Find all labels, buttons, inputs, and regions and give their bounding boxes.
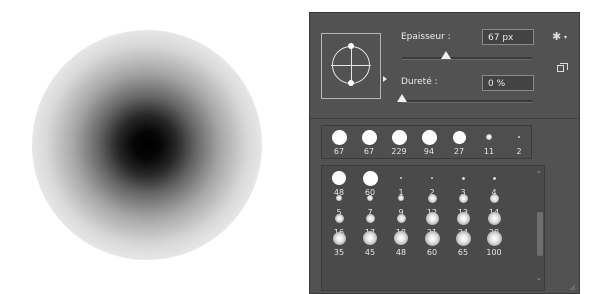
brush-tip-preview bbox=[425, 211, 439, 225]
roundness-handle-top[interactable] bbox=[348, 43, 354, 49]
brush-tip-preview bbox=[363, 231, 377, 245]
hardness-slider[interactable] bbox=[402, 100, 532, 103]
brush-preset-item[interactable]: 11 bbox=[474, 128, 504, 158]
brush-tip-preview bbox=[427, 193, 437, 203]
hardness-field[interactable]: 0 % bbox=[482, 75, 534, 91]
brush-tip-preview bbox=[456, 211, 470, 225]
brush-preset-item[interactable]: 60 bbox=[417, 229, 447, 259]
brush-preset-item[interactable]: 65 bbox=[448, 229, 478, 259]
brush-preset-item[interactable]: 229 bbox=[384, 128, 414, 158]
brush-tip-preview bbox=[361, 129, 377, 145]
brush-tip-preview bbox=[487, 211, 501, 225]
brush-tip-preview bbox=[331, 129, 347, 145]
size-label: Epaisseur : bbox=[401, 32, 451, 42]
brush-tip-preview bbox=[492, 176, 496, 180]
brush-tip-preview bbox=[398, 195, 404, 201]
brush-tip-preview bbox=[452, 130, 466, 144]
presets-scrollbar[interactable]: ⌃ ⌄ bbox=[535, 166, 545, 290]
brush-preset-item[interactable]: 2 bbox=[504, 128, 534, 158]
brush-size-label: 60 bbox=[426, 248, 438, 257]
brush-tip-preview bbox=[486, 134, 492, 140]
resize-grip-icon[interactable]: ◢ bbox=[569, 282, 577, 291]
brush-tip-preview bbox=[362, 170, 378, 186]
brush-size-label: 229 bbox=[391, 147, 407, 156]
brush-preset-item[interactable]: 45 bbox=[355, 229, 385, 259]
gear-icon[interactable]: ✱ bbox=[552, 30, 561, 43]
brush-angle-roundness-control[interactable] bbox=[321, 33, 387, 99]
brush-tip-preview bbox=[396, 213, 406, 223]
size-slider[interactable] bbox=[402, 57, 532, 60]
hardness-slider-thumb[interactable] bbox=[397, 94, 407, 102]
angle-arrow-icon[interactable] bbox=[383, 76, 387, 82]
brush-size-label: 45 bbox=[364, 248, 376, 257]
brush-tip-preview bbox=[367, 195, 373, 201]
brush-tip-preview bbox=[334, 213, 344, 223]
brush-tip-preview bbox=[455, 230, 471, 246]
brush-size-label: 100 bbox=[486, 248, 502, 257]
brush-tip-preview bbox=[394, 231, 408, 245]
brush-size-label: 94 bbox=[423, 147, 435, 156]
brush-tip-preview bbox=[400, 177, 402, 179]
angle-circle bbox=[331, 43, 387, 86]
recent-brushes-row: 67 67 229 94 27 11 2 bbox=[321, 125, 532, 159]
brush-size-label: 48 bbox=[395, 248, 407, 257]
size-field[interactable]: 67 px bbox=[482, 29, 534, 45]
brush-preset-item[interactable]: 67 bbox=[354, 128, 384, 158]
brush-preset-item[interactable]: 48 bbox=[386, 229, 416, 259]
brush-tip-preview bbox=[391, 129, 407, 145]
brush-preset-item[interactable]: 35 bbox=[324, 229, 354, 259]
brush-tip-preview bbox=[458, 193, 468, 203]
soft-brush-stroke bbox=[32, 30, 262, 260]
scroll-down-icon[interactable]: ⌄ bbox=[536, 274, 542, 282]
brush-preset-item[interactable]: 27 bbox=[444, 128, 474, 158]
brush-preset-item[interactable]: 94 bbox=[414, 128, 444, 158]
brush-settings-section: Epaisseur : 67 px Dureté : 0 % ✱ ▾ bbox=[310, 13, 579, 119]
brush-preset-item[interactable]: 100 bbox=[479, 229, 509, 259]
gear-menu-arrow-icon[interactable]: ▾ bbox=[564, 34, 567, 41]
scroll-thumb[interactable] bbox=[537, 212, 543, 256]
brush-preset-picker: Epaisseur : 67 px Dureté : 0 % ✱ ▾ 67 67 2… bbox=[309, 12, 580, 294]
brush-preset-item[interactable]: 67 bbox=[324, 128, 354, 158]
brush-tip-preview bbox=[461, 176, 465, 180]
brush-tip-preview bbox=[424, 230, 440, 246]
brush-tip-preview bbox=[431, 177, 433, 179]
brush-size-label: 2 bbox=[516, 147, 522, 156]
brush-tip-preview bbox=[332, 231, 346, 245]
scroll-up-icon[interactable]: ⌃ bbox=[536, 170, 542, 178]
document-canvas[interactable] bbox=[0, 0, 306, 294]
brush-size-label: 67 bbox=[363, 147, 375, 156]
brush-size-label: 27 bbox=[453, 147, 465, 156]
brush-size-label: 67 bbox=[333, 147, 345, 156]
brush-size-label: 35 bbox=[333, 248, 345, 257]
roundness-handle-bottom[interactable] bbox=[348, 80, 354, 86]
brush-tip-preview bbox=[332, 171, 346, 185]
brush-tip-preview bbox=[365, 213, 375, 223]
brush-tip-preview bbox=[489, 193, 499, 203]
brush-size-label: 65 bbox=[457, 248, 469, 257]
brush-presets-list: 4860123457912131416171821242835454860651… bbox=[321, 165, 545, 291]
brush-tip-preview bbox=[336, 195, 342, 201]
brush-size-label: 11 bbox=[483, 147, 495, 156]
new-preset-icon[interactable] bbox=[557, 63, 568, 72]
brush-tip-preview bbox=[421, 129, 437, 145]
brush-tip-preview bbox=[486, 230, 502, 246]
brush-tip-preview bbox=[518, 136, 520, 138]
hardness-label: Dureté : bbox=[401, 77, 438, 87]
size-slider-thumb[interactable] bbox=[441, 51, 452, 59]
